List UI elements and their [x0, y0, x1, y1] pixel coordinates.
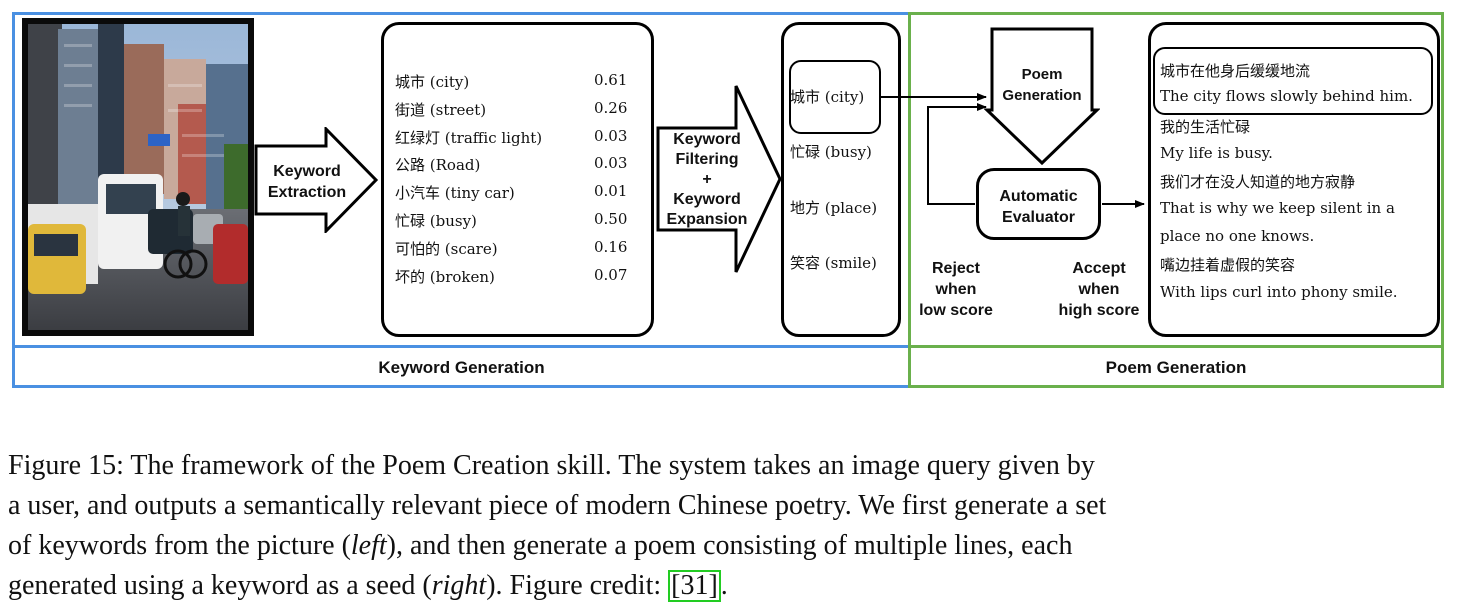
- reject-line-2: when: [935, 281, 977, 298]
- caption-line-4-d: .: [720, 570, 728, 601]
- poem-line: 嘴边挂着虚假的笑容: [1160, 256, 1296, 274]
- poem-line: 我们才在没人知道的地方寂静: [1160, 173, 1356, 191]
- caption-line-3: of keywords from the picture (left), and…: [8, 526, 1452, 566]
- figure-caption: Figure 15: The framework of the Poem Cre…: [8, 446, 1452, 606]
- citation-link[interactable]: [31]: [668, 570, 721, 602]
- automatic-evaluator-label: Automatic Evaluator: [976, 186, 1101, 228]
- reject-line-3: low score: [919, 302, 993, 319]
- caption-emphasis-right: right: [431, 570, 487, 601]
- caption-emphasis-left: left: [350, 530, 387, 561]
- reject-line-1: Reject: [931, 260, 981, 277]
- poem-line: My life is busy.: [1160, 144, 1273, 162]
- caption-line-3-c: ), and then generate a poem consisting o…: [386, 530, 1073, 561]
- caption-line-4-c: ). Figure credit:: [486, 570, 669, 601]
- accept-line-3: high score: [1058, 302, 1140, 319]
- poem-gen-line-1: Poem: [1021, 66, 1063, 83]
- reject-label: Reject when low score: [910, 258, 1002, 321]
- poem-line: That is why we keep silent in a: [1160, 199, 1395, 217]
- accept-label: Accept when high score: [1050, 258, 1148, 321]
- caption-line-1: Figure 15: The framework of the Poem Cre…: [8, 450, 1095, 481]
- poem-generation-step-label: Poem Generation: [990, 64, 1094, 106]
- accept-line-1: Accept: [1072, 260, 1126, 277]
- caption-line-4-a: generated using a keyword as a seed (: [8, 570, 432, 601]
- poem-line: With lips curl into phony smile.: [1160, 283, 1398, 301]
- poem-line: The city flows slowly behind him.: [1160, 87, 1413, 105]
- poem-gen-line-2: Generation: [1002, 87, 1082, 104]
- poem-line: 城市在他身后缓缓地流: [1160, 62, 1311, 80]
- poem-line: 我的生活忙碌: [1160, 118, 1251, 136]
- poem-line: place no one knows.: [1160, 227, 1315, 245]
- caption-line-4: generated using a keyword as a seed (rig…: [8, 566, 1452, 606]
- evaluator-line-1: Automatic: [999, 188, 1078, 205]
- framework-figure: Keyword Generation Poem Generation Keywo…: [0, 0, 1460, 400]
- evaluator-line-2: Evaluator: [1002, 209, 1075, 226]
- caption-line-2: a user, and outputs a semantically relev…: [8, 490, 1107, 521]
- accept-line-2: when: [1078, 281, 1120, 298]
- caption-line-3-a: of keywords from the picture (: [8, 530, 351, 561]
